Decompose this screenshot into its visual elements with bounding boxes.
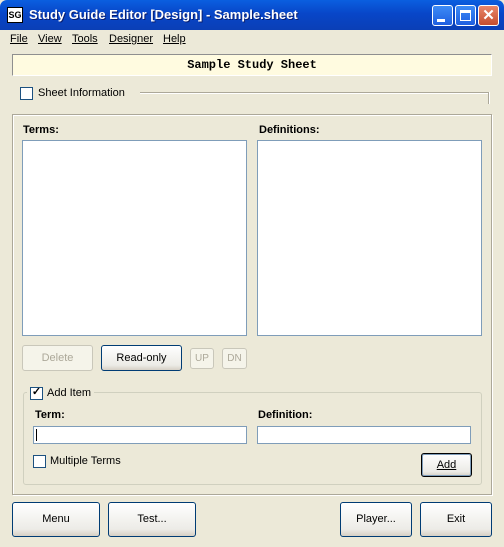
- close-icon: ✕: [482, 7, 495, 24]
- player-button-label: Player...: [356, 513, 396, 525]
- checkmark-icon: ✓: [31, 386, 42, 398]
- app-icon: SG: [7, 7, 23, 23]
- move-up-button[interactable]: UP: [190, 348, 214, 369]
- menu-file-label: File: [10, 33, 28, 45]
- test-button[interactable]: Test...: [108, 502, 196, 537]
- menu-designer[interactable]: Designer: [109, 33, 153, 45]
- player-button[interactable]: Player...: [340, 502, 412, 537]
- move-down-button-label: DN: [227, 353, 242, 364]
- minimize-button[interactable]: [432, 5, 453, 26]
- add-button-label: Add: [436, 459, 457, 471]
- sheet-information-checkbox[interactable]: [20, 87, 33, 100]
- sheet-information-divider: [140, 92, 490, 94]
- add-item-label: Add Item: [47, 387, 92, 399]
- window-title: Study Guide Editor [Design] - Sample.she…: [29, 7, 298, 22]
- term-field-label: Term:: [35, 409, 65, 421]
- terms-label: Terms:: [23, 124, 59, 136]
- minimize-icon: [437, 19, 445, 22]
- sheet-title-banner: Sample Study Sheet: [12, 54, 492, 76]
- menu-view-label: View: [38, 33, 62, 45]
- exit-button[interactable]: Exit: [420, 502, 492, 537]
- menu-help[interactable]: Help: [163, 33, 186, 45]
- delete-button[interactable]: Delete: [22, 345, 93, 371]
- menu-bar: File View Tools Designer Help: [0, 30, 504, 49]
- readonly-button-label: Read-only: [116, 352, 167, 364]
- test-button-label: Test...: [137, 513, 167, 525]
- definition-input[interactable]: [257, 426, 471, 444]
- menu-tools[interactable]: Tools: [72, 33, 98, 45]
- move-down-button[interactable]: DN: [222, 348, 247, 369]
- menu-help-label: Help: [163, 33, 186, 45]
- exit-button-label: Exit: [446, 513, 466, 525]
- text-cursor: [36, 429, 37, 441]
- add-item-checkbox[interactable]: ✓: [30, 386, 43, 400]
- add-button[interactable]: Add: [421, 453, 472, 477]
- move-up-button-label: UP: [195, 353, 209, 364]
- maximize-button[interactable]: [455, 5, 476, 26]
- close-button[interactable]: ✕: [478, 5, 499, 26]
- terms-list[interactable]: [22, 140, 247, 336]
- definitions-list[interactable]: [257, 140, 482, 336]
- menu-designer-label: Designer: [109, 33, 154, 45]
- title-bar[interactable]: SG Study Guide Editor [Design] - Sample.…: [0, 0, 504, 30]
- menu-button[interactable]: Menu: [12, 502, 100, 537]
- menu-button-label: Menu: [42, 513, 70, 525]
- readonly-button[interactable]: Read-only: [101, 345, 182, 371]
- sheet-information-section: Sheet Information: [12, 86, 490, 104]
- term-input[interactable]: [33, 426, 247, 444]
- sheet-information-divider-end: [488, 92, 490, 104]
- multiple-terms-checkbox[interactable]: [33, 455, 46, 468]
- menu-file[interactable]: File: [10, 33, 28, 45]
- definitions-label: Definitions:: [259, 124, 320, 136]
- definition-field-label: Definition:: [258, 409, 313, 421]
- menu-tools-label: Tools: [72, 33, 98, 45]
- sheet-information-label: Sheet Information: [38, 87, 125, 99]
- delete-button-label: Delete: [41, 352, 74, 364]
- menu-view[interactable]: View: [38, 33, 62, 45]
- multiple-terms-label: Multiple Terms: [50, 455, 121, 467]
- maximize-icon: [460, 10, 471, 21]
